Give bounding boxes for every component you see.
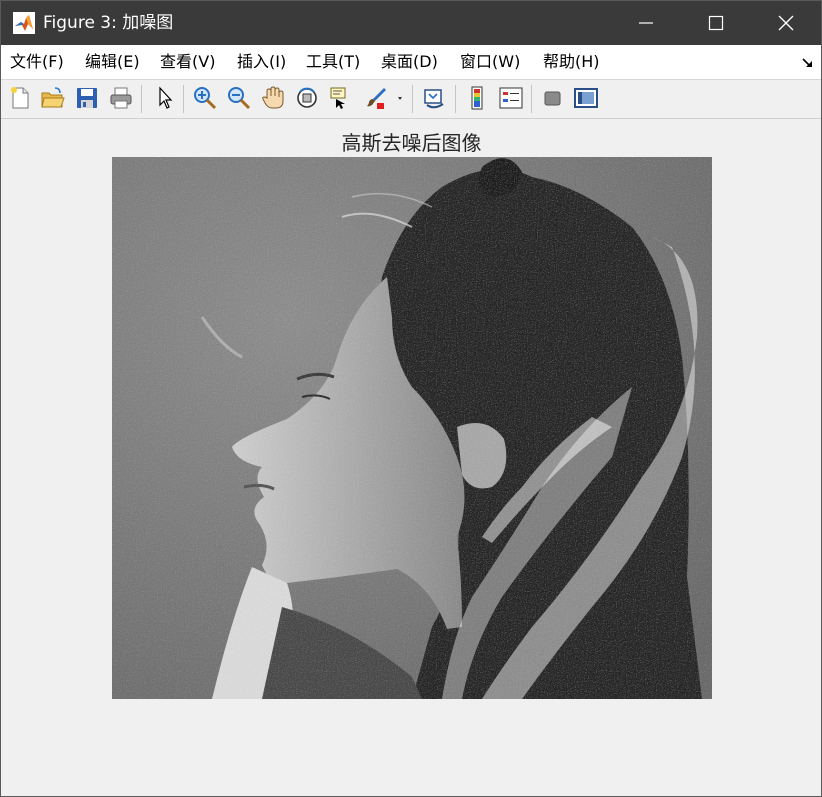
pointer-icon[interactable] xyxy=(152,85,178,111)
toolbar-separator xyxy=(531,85,532,113)
open-file-icon[interactable] xyxy=(40,85,66,111)
menu-file[interactable]: 文件(F) xyxy=(10,52,64,72)
brush-dropdown-icon[interactable] xyxy=(393,85,407,111)
close-button[interactable] xyxy=(751,1,821,45)
maximize-icon xyxy=(708,15,724,31)
menu-desktop[interactable]: 桌面(D) xyxy=(381,52,438,72)
window-title: Figure 3: 加噪图 xyxy=(43,13,174,33)
minimize-icon xyxy=(638,15,654,31)
save-icon[interactable] xyxy=(74,85,100,111)
menu-bar: 文件(F) 编辑(E) 查看(V) 插入(I) 工具(T) 桌面(D) 窗口(W… xyxy=(1,45,821,80)
data-cursor-icon[interactable] xyxy=(328,85,354,111)
minimize-button[interactable] xyxy=(611,1,681,45)
menu-window[interactable]: 窗口(W) xyxy=(460,52,520,72)
zoom-out-icon[interactable] xyxy=(226,85,252,111)
toolbar-separator xyxy=(183,85,184,113)
portrait-image xyxy=(112,157,712,699)
brush-icon[interactable] xyxy=(363,85,389,111)
close-icon xyxy=(777,14,795,32)
title-bar[interactable]: Figure 3: 加噪图 xyxy=(1,1,821,45)
link-plot-icon[interactable] xyxy=(421,85,447,111)
show-plot-tools-icon[interactable] xyxy=(573,85,599,111)
matlab-logo-icon xyxy=(13,12,35,34)
menu-help[interactable]: 帮助(H) xyxy=(543,52,600,72)
legend-icon[interactable] xyxy=(498,85,524,111)
toolbar-separator xyxy=(455,85,456,113)
hide-plot-tools-icon[interactable] xyxy=(540,85,566,111)
new-figure-icon[interactable] xyxy=(7,85,33,111)
toolbar-separator xyxy=(412,85,413,113)
zoom-in-icon[interactable] xyxy=(192,85,218,111)
axes-title: 高斯去噪后图像 xyxy=(341,131,482,155)
figure-toolbar xyxy=(1,80,821,119)
menu-insert[interactable]: 插入(I) xyxy=(237,52,286,72)
rotate-3d-icon[interactable] xyxy=(294,85,320,111)
maximize-button[interactable] xyxy=(681,1,751,45)
toolbar-separator xyxy=(141,85,142,113)
menu-edit[interactable]: 编辑(E) xyxy=(85,52,140,72)
colorbar-icon[interactable] xyxy=(464,85,490,111)
dock-figure-icon[interactable] xyxy=(801,55,815,69)
denoised-image[interactable] xyxy=(112,157,712,699)
pan-hand-icon[interactable] xyxy=(260,85,286,111)
menu-view[interactable]: 查看(V) xyxy=(160,52,215,72)
print-icon[interactable] xyxy=(108,85,134,111)
figure-window: Figure 3: 加噪图 文件(F) 编辑(E) 查看(V) 插入(I) 工具… xyxy=(0,0,822,797)
menu-tools[interactable]: 工具(T) xyxy=(306,52,360,72)
